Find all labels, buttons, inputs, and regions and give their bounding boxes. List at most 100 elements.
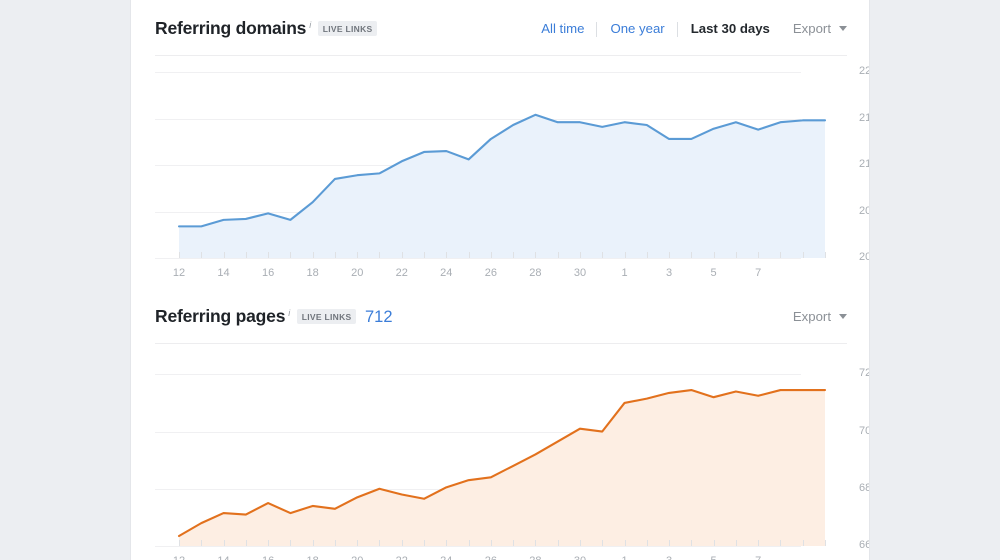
axis-tick: [802, 540, 804, 546]
x-axis-tick-label: 5: [710, 267, 717, 279]
x-axis-tick-label: 26: [485, 555, 497, 560]
x-axis-tick-label: 24: [440, 267, 453, 279]
title-group: Referring pages i LIVE LINKS 712: [155, 306, 393, 327]
title-group: Referring domains i LIVE LINKS: [155, 18, 377, 39]
axis-tick: [245, 540, 247, 546]
plot-area: 200205210215220121416182022242628301357: [155, 56, 869, 288]
axis-tick: [669, 540, 671, 546]
x-axis-tick-label: 12: [172, 267, 186, 279]
x-axis-tick-label: 28: [529, 555, 541, 560]
panel-referring-pages: Referring pages i LIVE LINKS 712 Export …: [131, 288, 869, 560]
axis-tick: [201, 252, 203, 258]
x-axis-tick-label: 20: [351, 267, 364, 279]
axis-tick: [468, 252, 470, 258]
axis-tick: [401, 252, 403, 258]
axis-tick: [357, 540, 359, 546]
axis-tick: [758, 540, 760, 546]
axis-tick: [825, 540, 826, 546]
axis-tick: [357, 252, 359, 258]
x-axis-tick-label: 3: [666, 555, 672, 560]
axis-tick: [334, 540, 336, 546]
axis-tick: [490, 540, 492, 546]
x-axis-tick-label: 22: [395, 267, 408, 279]
axis-tick: [223, 252, 225, 258]
axis-tick: [179, 252, 180, 258]
info-icon[interactable]: i: [288, 308, 290, 318]
axis-tick: [713, 540, 715, 546]
series-path-group: [177, 389, 827, 546]
x-axis-tick-label: 12: [173, 555, 185, 560]
live-links-badge: LIVE LINKS: [318, 21, 377, 36]
export-label: Export: [792, 308, 831, 324]
export-label: Export: [792, 20, 831, 36]
axis-tick: [646, 540, 648, 546]
x-axis-tick-label: 18: [307, 555, 319, 560]
panel-header-controls: All time One year Last 30 days Export: [528, 21, 847, 37]
series-area: [179, 390, 825, 546]
axis-tick: [245, 252, 247, 258]
export-button-domains[interactable]: Export: [793, 21, 847, 36]
axis-tick: [379, 540, 381, 546]
axis-tick: [669, 252, 671, 258]
axis-tick: [446, 252, 448, 258]
x-axis-tick-label: 28: [529, 267, 542, 279]
x-axis-tick-label: 14: [217, 267, 230, 279]
x-axis-tick-label: 5: [711, 555, 717, 560]
x-axis-tick-label: 30: [574, 555, 586, 560]
export-button-pages[interactable]: Export: [793, 309, 847, 324]
x-axis-tick-label: 7: [755, 267, 762, 279]
axis-tick: [557, 540, 559, 546]
axis-tick: [535, 540, 537, 546]
axis-tick: [780, 252, 782, 258]
x-axis-tick-label: 20: [351, 555, 363, 560]
axis-tick: [802, 252, 804, 258]
x-axis-tick-label: 1: [621, 267, 628, 279]
tab-last-30-days[interactable]: Last 30 days: [678, 21, 783, 36]
content-card: Referring domains i LIVE LINKS All time …: [130, 0, 870, 560]
axis-tick: [268, 540, 270, 546]
x-axis-tick-label: 1: [621, 555, 627, 560]
panel-header-referring-pages: Referring pages i LIVE LINKS 712 Export: [131, 288, 869, 344]
axis-tick: [446, 540, 448, 546]
axis-tick: [691, 540, 693, 546]
axis-tick: [290, 540, 292, 546]
axis-tick: [557, 252, 559, 258]
chart-referring-pages[interactable]: 660680700720121416182022242628301357: [131, 344, 869, 560]
axis-tick: [312, 540, 314, 546]
axis-tick: [513, 540, 515, 546]
x-axis-tick-label: 18: [306, 267, 319, 279]
page-title: Referring pages: [155, 305, 286, 326]
axis-tick: [825, 252, 826, 258]
info-icon[interactable]: i: [309, 20, 311, 30]
x-axis-tick-label: 16: [262, 555, 274, 560]
tab-all-time[interactable]: All time: [528, 21, 598, 37]
axis-tick: [535, 252, 537, 258]
axis-tick: [579, 540, 581, 546]
axis-tick: [624, 540, 626, 546]
live-links-badge: LIVE LINKS: [297, 309, 356, 324]
axis-tick: [424, 540, 426, 546]
axis-tick: [602, 540, 604, 546]
x-axis-tick-label: 7: [755, 555, 761, 560]
x-axis-tick-label: 30: [573, 267, 587, 279]
x-axis-tick-label: 22: [396, 555, 408, 560]
axis-tick: [468, 540, 470, 546]
axis-tick: [201, 540, 203, 546]
tab-one-year[interactable]: One year: [597, 21, 678, 37]
x-axis-tick-label: 16: [261, 267, 275, 279]
x-axis-tick-label: 14: [217, 555, 229, 560]
axis-tick: [579, 252, 581, 258]
axis-tick: [179, 540, 180, 546]
axis-tick: [780, 540, 782, 546]
axis-tick: [758, 252, 760, 258]
axis-tick: [646, 252, 648, 258]
axis-tick: [223, 540, 225, 546]
panel-header-referring-domains: Referring domains i LIVE LINKS All time …: [131, 0, 869, 56]
axis-tick: [334, 252, 336, 258]
axis-tick: [735, 252, 737, 258]
chevron-down-icon: [839, 313, 847, 319]
axis-tick: [490, 252, 492, 258]
panel-header-controls: Export: [783, 309, 847, 324]
axis-tick: [735, 540, 737, 546]
chart-referring-domains[interactable]: 200205210215220121416182022242628301357: [131, 56, 869, 288]
